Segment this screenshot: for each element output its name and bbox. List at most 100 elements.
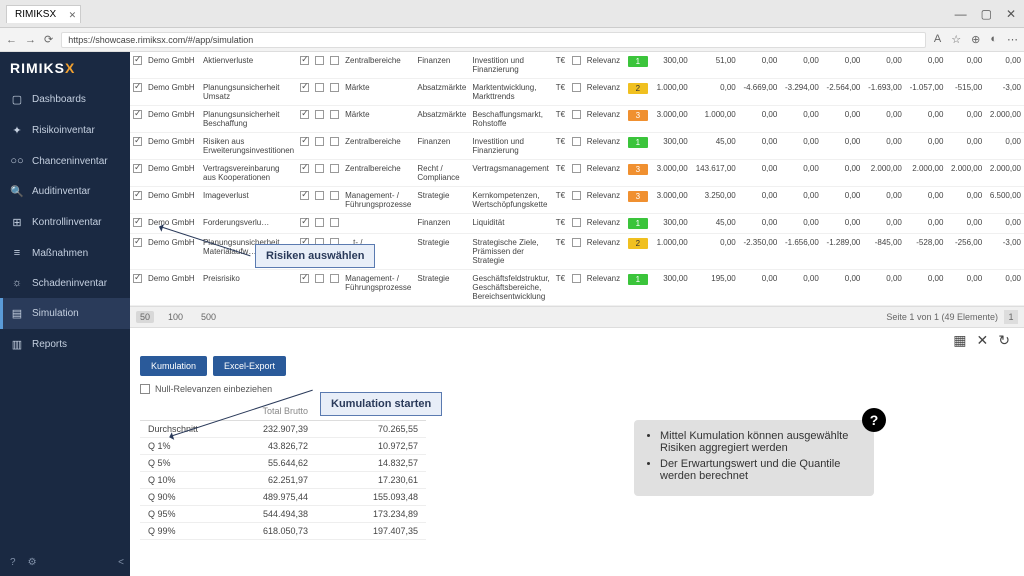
value-cell: 0,00 [822, 52, 864, 79]
col-checkbox[interactable] [572, 238, 581, 247]
favorites-icon[interactable]: ⊕ [971, 33, 980, 46]
value-cell: 0,00 [739, 106, 781, 133]
col-checkbox[interactable] [315, 274, 324, 283]
row-checkbox[interactable] [133, 110, 142, 119]
value-cell: -1.057,00 [905, 79, 947, 106]
page-size-500[interactable]: 500 [197, 311, 220, 323]
page-size-100[interactable]: 100 [164, 311, 187, 323]
col-checkbox[interactable] [300, 218, 309, 227]
sidebar-item-kontrollinventar[interactable]: ⊞ Kontrollinventar [0, 207, 130, 238]
description: Beschaffungsmarkt, Rohstoffe [469, 106, 552, 133]
refresh-icon[interactable]: ↻ [998, 332, 1010, 349]
col-checkbox[interactable] [300, 274, 309, 283]
window-close-icon[interactable]: ✕ [1006, 7, 1016, 21]
col-checkbox[interactable] [572, 274, 581, 283]
row-checkbox[interactable] [133, 56, 142, 65]
close-panel-icon[interactable]: ✕ [977, 332, 989, 349]
row-checkbox[interactable] [133, 274, 142, 283]
row-checkbox[interactable] [133, 238, 142, 247]
collapse-icon[interactable]: < [118, 557, 124, 568]
pager-page[interactable]: 1 [1004, 310, 1018, 324]
url-input[interactable]: https://showcase.rimiksx.com/#/app/simul… [61, 32, 926, 48]
more-icon[interactable]: ⋯ [1007, 33, 1018, 46]
col-checkbox[interactable] [315, 56, 324, 65]
col-checkbox[interactable] [315, 191, 324, 200]
col-checkbox[interactable] [330, 83, 339, 92]
unit: T€ [553, 214, 569, 234]
col-checkbox[interactable] [315, 164, 324, 173]
star-icon[interactable]: ☆ [951, 33, 961, 46]
value-cell: 0,00 [905, 214, 947, 234]
col-checkbox[interactable] [330, 274, 339, 283]
col-checkbox[interactable] [330, 164, 339, 173]
reader-icon[interactable]: A [934, 33, 941, 46]
col-checkbox[interactable] [572, 137, 581, 146]
col-checkbox[interactable] [315, 137, 324, 146]
profile-icon[interactable]: ◐ [990, 33, 997, 46]
col-checkbox[interactable] [315, 110, 324, 119]
col-checkbox[interactable] [330, 218, 339, 227]
page-size-50[interactable]: 50 [136, 311, 154, 323]
sidebar-item-maßnahmen[interactable]: ≡Maßnahmen [0, 238, 130, 268]
close-icon[interactable]: ✕ [69, 10, 77, 21]
sidebar-item-chanceninventar[interactable]: ○○Chanceninventar [0, 146, 130, 176]
nav-icon: ⊞ [10, 216, 24, 229]
value-cell: 3.250,00 [691, 187, 739, 214]
col-checkbox[interactable] [315, 83, 324, 92]
nav-label: Kontrollinventar [32, 217, 101, 228]
pager: 50 100 500 Seite 1 von 1 (49 Elemente) 1 [130, 306, 1024, 328]
type: Relevanz [584, 133, 625, 160]
row-checkbox[interactable] [133, 218, 142, 227]
sidebar-item-schadeninventar[interactable]: ☼Schadeninventar [0, 268, 130, 298]
sidebar-item-simulation[interactable]: ▤Simulation [0, 298, 130, 329]
row-checkbox[interactable] [133, 191, 142, 200]
col-checkbox[interactable] [300, 56, 309, 65]
col-checkbox[interactable] [330, 137, 339, 146]
null-relevanz-checkbox[interactable] [140, 384, 150, 394]
settings-icon[interactable]: ⚙ [28, 557, 37, 568]
kumulation-button[interactable]: Kumulation [140, 356, 207, 376]
excel-export-button[interactable]: Excel-Export [213, 356, 286, 376]
reload-icon[interactable]: ⟳ [44, 33, 53, 46]
help-icon[interactable]: ? [10, 557, 16, 568]
sidebar-item-dashboards[interactable]: ▢Dashboards [0, 84, 130, 115]
col-checkbox[interactable] [572, 218, 581, 227]
row-checkbox[interactable] [133, 164, 142, 173]
category: Märkte [342, 106, 414, 133]
col-checkbox[interactable] [330, 56, 339, 65]
col-checkbox[interactable] [330, 191, 339, 200]
col-checkbox[interactable] [330, 110, 339, 119]
col-checkbox[interactable] [572, 83, 581, 92]
sidebar-item-auditinventar[interactable]: 🔍Auditinventar [0, 176, 130, 207]
browser-tab[interactable]: RIMIKSX ✕ [6, 5, 81, 23]
row-checkbox[interactable] [133, 83, 142, 92]
sidebar-item-risikoinventar[interactable]: ✦Risikoinventar [0, 115, 130, 146]
back-icon[interactable]: ← [6, 34, 17, 46]
window-maximize-icon[interactable]: ▢ [981, 7, 992, 21]
col-checkbox[interactable] [572, 164, 581, 173]
col-checkbox[interactable] [300, 137, 309, 146]
value-cell: 51,00 [691, 52, 739, 79]
org: Demo GmbH [145, 160, 200, 187]
value-cell: 300,00 [652, 270, 691, 306]
col-checkbox[interactable] [300, 164, 309, 173]
col-checkbox[interactable] [300, 83, 309, 92]
value-cell: 0,00 [946, 187, 985, 214]
col-checkbox[interactable] [300, 191, 309, 200]
col-checkbox[interactable] [315, 218, 324, 227]
col-checkbox[interactable] [572, 191, 581, 200]
relevance-badge: 3 [625, 187, 652, 214]
subcategory: Strategie [414, 234, 469, 270]
forward-icon[interactable]: → [25, 34, 36, 46]
value-cell: 0,00 [863, 187, 905, 214]
value-cell: 0,00 [822, 214, 864, 234]
grid-icon[interactable]: ▦ [953, 332, 966, 349]
row-checkbox[interactable] [133, 137, 142, 146]
window-minimize-icon[interactable]: — [955, 7, 967, 21]
col-checkbox[interactable] [572, 110, 581, 119]
unit: T€ [553, 133, 569, 160]
sidebar-item-reports[interactable]: ▥Reports [0, 329, 130, 360]
col-checkbox[interactable] [300, 110, 309, 119]
col-checkbox[interactable] [572, 56, 581, 65]
unit: T€ [553, 270, 569, 306]
